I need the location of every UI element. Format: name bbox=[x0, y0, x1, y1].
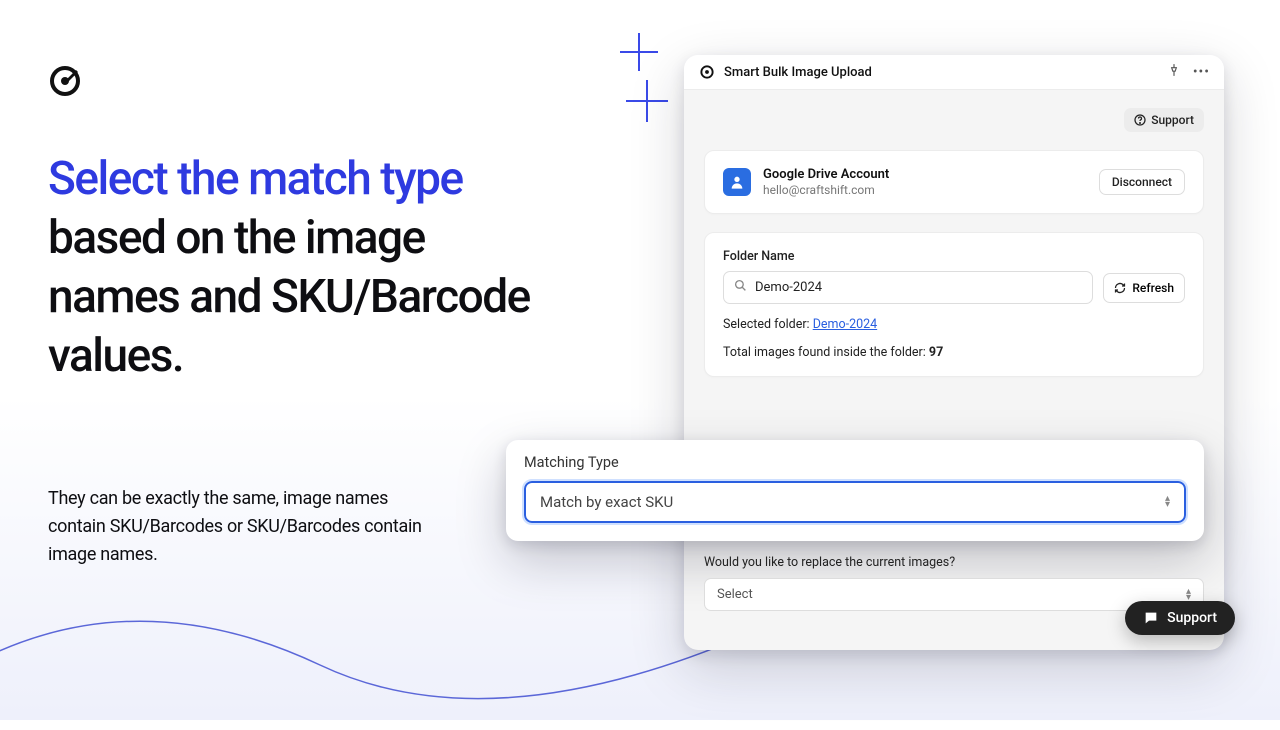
folder-search-input[interactable]: Demo-2024 bbox=[723, 271, 1093, 304]
folder-input-value: Demo-2024 bbox=[755, 280, 822, 295]
support-button-label: Support bbox=[1151, 113, 1194, 127]
matching-type-value: Match by exact SKU bbox=[540, 493, 673, 511]
folder-card: Folder Name Demo-2024 Refresh Selected f… bbox=[704, 232, 1204, 377]
folder-label: Folder Name bbox=[723, 249, 1185, 264]
total-prefix: Total images found inside the folder: bbox=[723, 345, 929, 360]
support-button[interactable]: Support bbox=[1124, 108, 1204, 132]
marketing-subtext: They can be exactly the same, image name… bbox=[48, 485, 448, 569]
replace-placeholder: Select bbox=[717, 587, 753, 602]
selected-folder-prefix: Selected folder: bbox=[723, 317, 813, 332]
chat-icon bbox=[1143, 610, 1159, 626]
disconnect-button[interactable]: Disconnect bbox=[1099, 169, 1185, 195]
account-email: hello@craftshift.com bbox=[763, 183, 1087, 197]
app-logo bbox=[48, 64, 82, 98]
marketing-headline: Select the match type based on the image… bbox=[48, 150, 548, 386]
chevron-updown-icon: ▴▾ bbox=[1165, 496, 1170, 508]
total-images-line: Total images found inside the folder: 97 bbox=[723, 345, 1185, 360]
matching-type-card: Matching Type Match by exact SKU ▴▾ bbox=[506, 440, 1204, 541]
app-icon bbox=[698, 63, 716, 81]
cross-mark bbox=[626, 100, 668, 102]
titlebar: Smart Bulk Image Upload ••• bbox=[684, 55, 1224, 90]
window-title: Smart Bulk Image Upload bbox=[724, 65, 1159, 80]
headline-rest: based on the image names and SKU/Barcode… bbox=[48, 211, 530, 383]
selected-folder-link[interactable]: Demo-2024 bbox=[813, 317, 877, 332]
headline-highlight: Select the match type bbox=[48, 152, 463, 206]
cross-mark bbox=[620, 51, 658, 53]
chevron-updown-icon: ▴▾ bbox=[1186, 589, 1191, 601]
total-count: 97 bbox=[929, 345, 943, 360]
pin-icon[interactable] bbox=[1167, 63, 1181, 81]
replace-card: Would you like to replace the current im… bbox=[704, 555, 1204, 611]
replace-label: Would you like to replace the current im… bbox=[704, 555, 1204, 570]
more-icon[interactable]: ••• bbox=[1193, 64, 1210, 80]
selected-folder-line: Selected folder: Demo-2024 bbox=[723, 317, 1185, 332]
app-window: Smart Bulk Image Upload ••• Support Goog… bbox=[684, 55, 1224, 650]
refresh-label: Refresh bbox=[1132, 281, 1174, 295]
refresh-icon bbox=[1114, 282, 1126, 294]
matching-type-select[interactable]: Match by exact SKU ▴▾ bbox=[524, 481, 1186, 523]
avatar bbox=[723, 168, 751, 196]
refresh-button[interactable]: Refresh bbox=[1103, 273, 1185, 303]
decorative-wave bbox=[0, 550, 780, 730]
account-card: Google Drive Account hello@craftshift.co… bbox=[704, 150, 1204, 214]
account-title: Google Drive Account bbox=[763, 167, 1087, 182]
support-pill-label: Support bbox=[1167, 610, 1217, 626]
matching-type-label: Matching Type bbox=[524, 454, 1186, 471]
search-icon bbox=[734, 279, 747, 296]
support-chat-pill[interactable]: Support bbox=[1125, 601, 1235, 635]
help-icon bbox=[1134, 114, 1146, 126]
